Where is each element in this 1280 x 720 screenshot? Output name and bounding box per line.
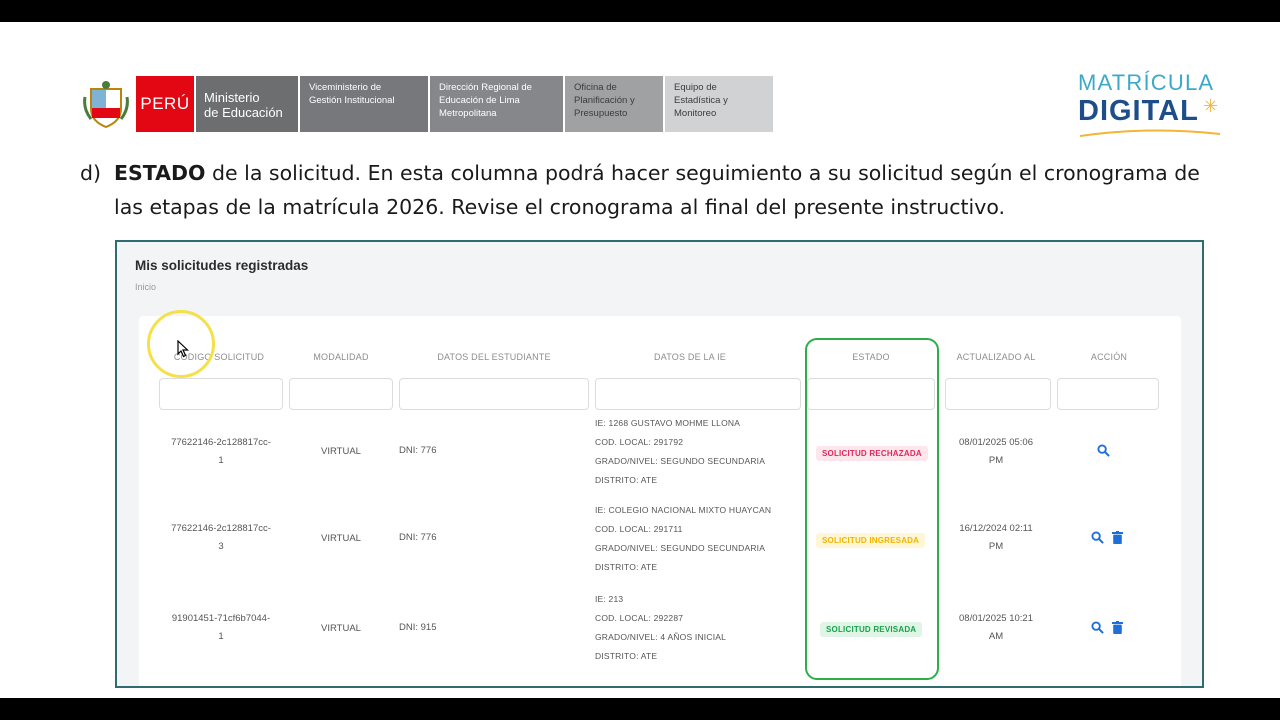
matricula-digital-logo: MATRÍCULA DIGITAL ✳	[1078, 70, 1228, 140]
breadcrumb[interactable]: Inicio	[135, 282, 156, 292]
filter-codigo-input[interactable]	[159, 378, 283, 410]
page-title: Mis solicitudes registradas	[135, 258, 309, 273]
filter-accion-input[interactable]	[1057, 378, 1159, 410]
column-header-ie[interactable]: DATOS DE LA IE	[595, 352, 785, 362]
cell-modalidad: VIRTUAL	[321, 533, 361, 544]
institutional-logos: PERÚ Ministerio de Educación Viceministe…	[80, 76, 775, 132]
search-icon[interactable]	[1091, 621, 1104, 639]
equipo-estadistica-logo: Equipo de Estadística y Monitoreo	[665, 76, 773, 132]
row-actions	[1097, 444, 1110, 462]
row-actions	[1091, 531, 1123, 549]
star-icon: ✳	[1203, 96, 1219, 116]
filter-modalidad-input[interactable]	[289, 378, 393, 410]
column-header-actualizado[interactable]: ACTUALIZADO AL	[939, 352, 1053, 362]
search-icon[interactable]	[1097, 444, 1110, 462]
peru-logo: PERÚ	[136, 76, 194, 132]
column-header-accion: ACCIÓN	[1090, 352, 1128, 362]
cell-actualizado: 08/01/2025 05:06 PM	[959, 437, 1033, 466]
swoosh-icon	[1080, 129, 1220, 137]
filter-actualizado-input[interactable]	[945, 378, 1051, 410]
row-actions	[1091, 621, 1123, 639]
cell-actualizado: 08/01/2025 10:21 AM	[959, 613, 1033, 642]
cell-estudiante: DNI: 776	[399, 532, 437, 543]
trash-icon[interactable]	[1112, 531, 1123, 549]
coat-of-arms-icon	[80, 76, 132, 132]
requests-table: CÓDIGO SOLICITUD MODALIDAD DATOS DEL EST…	[139, 316, 1181, 686]
cell-ie: IE: 213 COD. LOCAL: 292287 GRADO/NIVEL: 4 …	[595, 594, 727, 661]
cell-estudiante: DNI: 915	[399, 622, 437, 633]
cell-codigo: 77622146-2c128817cc- 1	[171, 437, 271, 466]
trash-icon[interactable]	[1112, 621, 1123, 639]
requests-screenshot: Mis solicitudes registradas Inicio CÓDIG…	[115, 240, 1204, 688]
estado-column-highlight	[805, 338, 939, 680]
instruction-text: d) ESTADO de la solicitud. En esta column…	[80, 161, 1200, 219]
filter-estudiante-input[interactable]	[399, 378, 589, 410]
oficina-planificacion-logo: Oficina de Planificación y Presupuesto	[565, 76, 663, 132]
cell-ie: IE: COLEGIO NACIONAL MIXTO HUAYCAN COD. L…	[595, 505, 772, 572]
ministerio-logo: Ministerio de Educación	[196, 76, 298, 132]
cell-actualizado: 16/12/2024 02:11 PM	[959, 523, 1033, 552]
search-icon[interactable]	[1091, 531, 1104, 549]
column-header-estudiante[interactable]: DATOS DEL ESTUDIANTE	[399, 352, 589, 362]
column-header-modalidad[interactable]: MODALIDAD	[289, 352, 393, 362]
slide: PERÚ Ministerio de Educación Viceministe…	[0, 22, 1280, 698]
viceministerio-logo: Viceministerio de Gestión Institucional	[300, 76, 428, 132]
direccion-regional-logo: Dirección Regional de Educación de Lima …	[430, 76, 563, 132]
cell-codigo: 91901451-71cf6b7044- 1	[171, 613, 271, 642]
mouse-pointer-icon	[177, 340, 189, 358]
filter-ie-input[interactable]	[595, 378, 801, 410]
cell-modalidad: VIRTUAL	[321, 623, 361, 634]
cell-estudiante: DNI: 776	[399, 445, 437, 456]
cell-ie: IE: 1268 GUSTAVO MOHME LLONA COD. LOCAL: …	[595, 418, 766, 485]
cell-modalidad: VIRTUAL	[321, 446, 361, 457]
cell-codigo: 77622146-2c128817cc- 3	[171, 523, 271, 552]
